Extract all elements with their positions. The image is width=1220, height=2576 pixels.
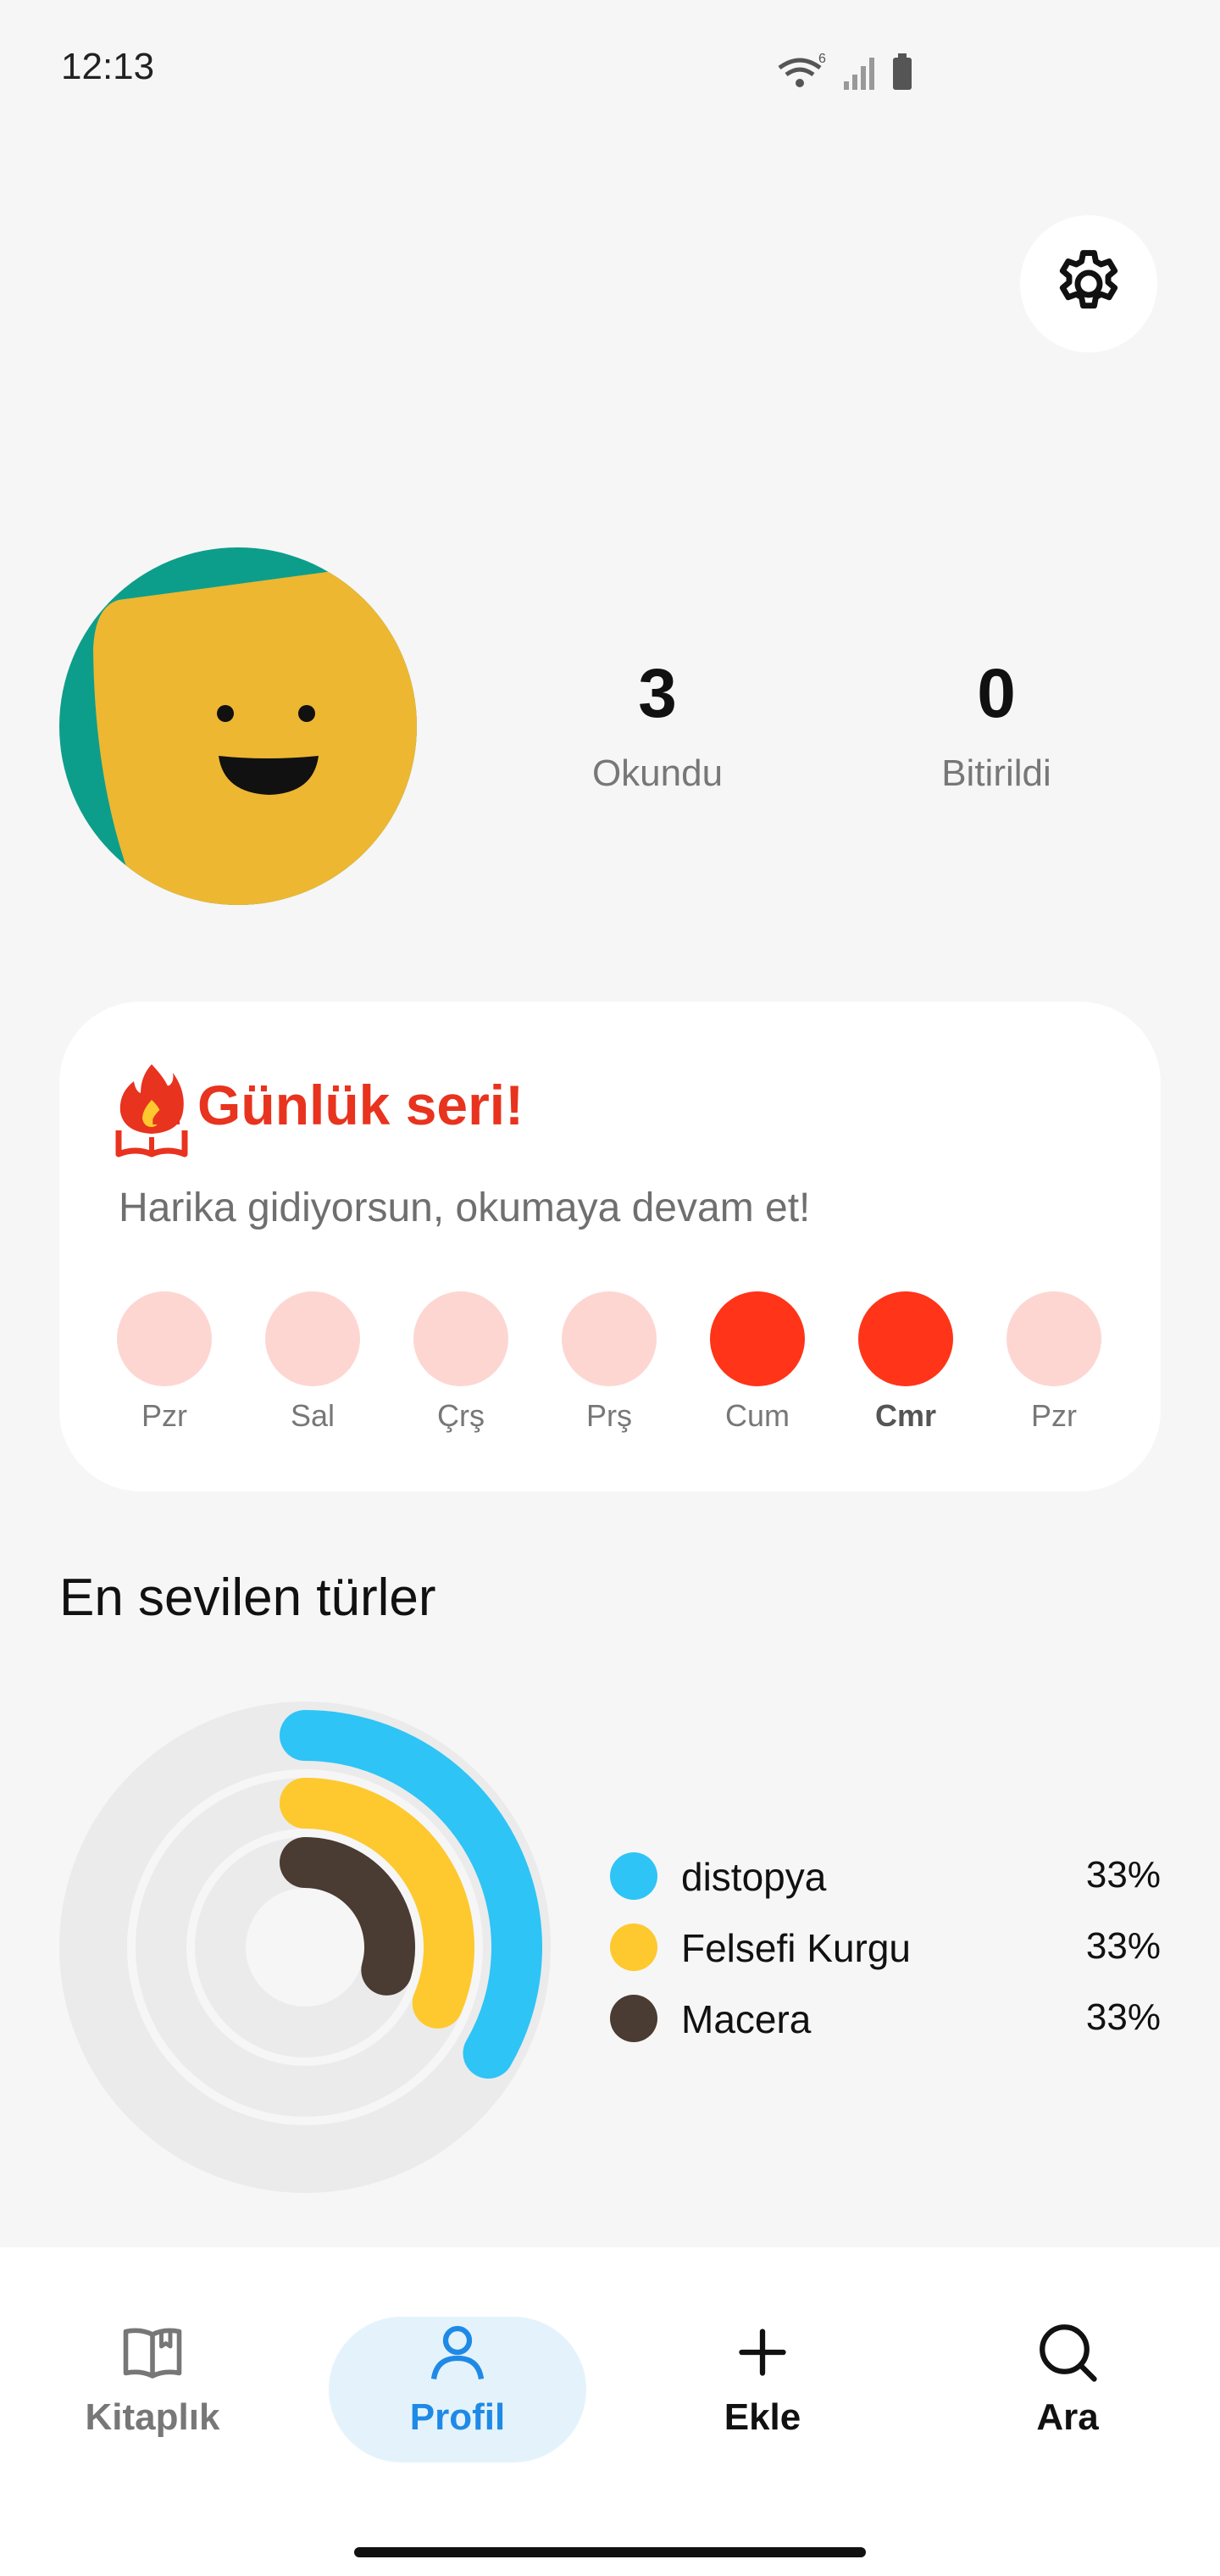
streak-day-label: Pzr xyxy=(141,1398,187,1433)
genres-title: En sevilen türler xyxy=(59,1568,436,1627)
streak-day-dot xyxy=(858,1291,953,1386)
streak-day-label: Pzr xyxy=(1031,1398,1077,1433)
stat-finished-label: Bitirildi xyxy=(941,752,1051,794)
streak-day-label: Sal xyxy=(290,1398,336,1433)
streak-day-dot xyxy=(265,1291,360,1386)
nav-search-label: Ara xyxy=(1036,2396,1099,2438)
home-indicator xyxy=(354,2547,866,2557)
legend-percent: 33% xyxy=(1085,1996,1161,2038)
nav-add-label: Ekle xyxy=(724,2396,801,2438)
legend-label: Felsefi Kurgu xyxy=(681,1926,912,1970)
nav-add[interactable]: Ekle xyxy=(635,2317,890,2461)
status-time: 12:13 xyxy=(61,46,155,87)
streak-day-label: Çrş xyxy=(437,1398,485,1433)
nav-library-label: Kitaplık xyxy=(85,2396,220,2438)
streak-day-label: Cmr xyxy=(874,1398,937,1433)
streak-day-dot xyxy=(1006,1291,1101,1386)
streak-day-dot xyxy=(413,1291,508,1386)
genre-arc-2 xyxy=(280,1837,415,1996)
status-icons: 6 xyxy=(778,52,912,90)
streak-subtitle: Harika gidiyorsun, okumaya devam et! xyxy=(119,1185,811,1230)
nav-profile-label: Profil xyxy=(409,2396,506,2438)
streak-day-label: Cum xyxy=(724,1398,790,1433)
legend-label: Macera xyxy=(681,1997,812,2041)
wifi-icon: 6 xyxy=(778,52,826,87)
streak-day-dot xyxy=(562,1291,657,1386)
legend-percent: 33% xyxy=(1085,1925,1161,1967)
signal-icon xyxy=(844,58,874,90)
svg-text:6: 6 xyxy=(818,52,826,66)
streak-day-label: Prş xyxy=(586,1398,632,1433)
book-icon xyxy=(123,2328,182,2379)
legend-dot xyxy=(610,1995,657,2042)
genres-radial-chart xyxy=(59,1702,551,2193)
stat-read-count: 3 xyxy=(638,655,677,732)
streak-day-dot xyxy=(117,1291,212,1386)
search-icon xyxy=(1040,2324,1097,2382)
settings-button[interactable] xyxy=(1020,215,1157,353)
legend-dot xyxy=(610,1852,657,1900)
avatar[interactable] xyxy=(59,547,417,905)
stat-read-label: Okundu xyxy=(591,752,724,794)
nav-search[interactable]: Ara xyxy=(940,2317,1195,2461)
battery-icon xyxy=(893,53,912,90)
nav-profile[interactable]: Profil xyxy=(330,2317,585,2461)
plus-icon xyxy=(739,2329,786,2376)
streak-title: 2 Günlük seri! xyxy=(151,1074,524,1136)
legend-dot xyxy=(610,1924,657,1971)
stat-finished-count: 0 xyxy=(977,655,1016,732)
streak-day-dot xyxy=(710,1291,805,1386)
gear-icon xyxy=(1059,250,1118,309)
person-icon xyxy=(430,2325,485,2380)
legend-label: distopya xyxy=(681,1855,827,1899)
nav-library[interactable]: Kitaplık xyxy=(25,2317,280,2461)
legend-percent: 33% xyxy=(1085,1854,1161,1896)
